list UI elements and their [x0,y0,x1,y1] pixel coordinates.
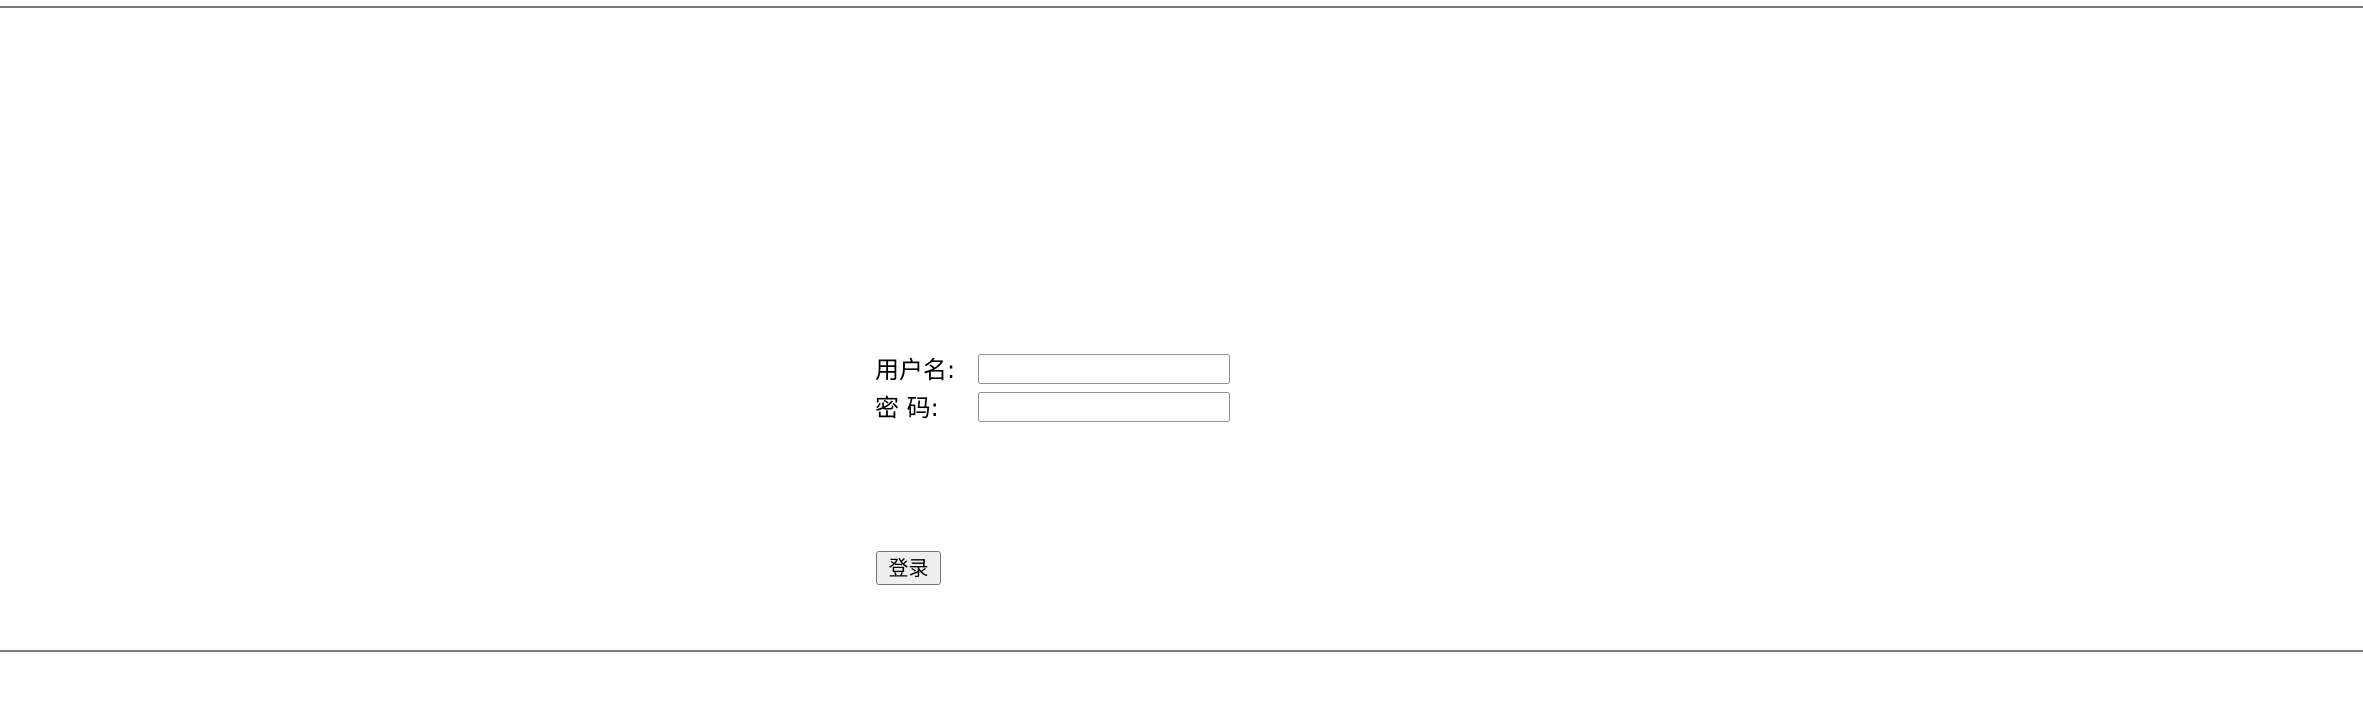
bottom-divider [0,650,2363,652]
username-label: 用户名: [875,356,956,384]
login-button[interactable]: 登录 [876,551,941,585]
username-input[interactable] [978,354,1230,384]
password-input[interactable] [978,392,1230,422]
top-divider [0,6,2363,8]
password-label: 密 码: [875,394,939,422]
